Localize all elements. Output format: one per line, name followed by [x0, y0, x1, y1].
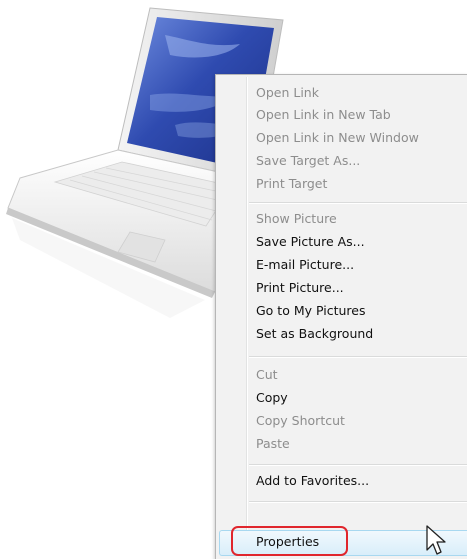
- menu-separator: [249, 202, 467, 204]
- menu-item-save-target-as[interactable]: Save Target As...: [256, 153, 360, 169]
- menu-item-print-target[interactable]: Print Target: [256, 176, 327, 192]
- menu-item-open-link[interactable]: Open Link: [256, 85, 319, 101]
- menu-item-set-as-background[interactable]: Set as Background: [256, 326, 373, 342]
- menu-item-paste[interactable]: Paste: [256, 436, 290, 452]
- mouse-pointer-icon: [426, 525, 446, 555]
- menu-item-go-to-my-pictures[interactable]: Go to My Pictures: [256, 303, 366, 319]
- menu-separator: [249, 356, 467, 358]
- menu-item-email-picture[interactable]: E-mail Picture...: [256, 257, 354, 273]
- menu-separator: [249, 464, 467, 466]
- menu-item-open-link-new-window[interactable]: Open Link in New Window: [256, 130, 419, 146]
- menu-item-cut[interactable]: Cut: [256, 367, 278, 383]
- menu-separator: [249, 501, 467, 503]
- screenshot-stage: Open Link Open Link in New Tab Open Link…: [0, 0, 467, 559]
- menu-item-show-picture[interactable]: Show Picture: [256, 211, 337, 227]
- menu-item-copy-shortcut[interactable]: Copy Shortcut: [256, 413, 345, 429]
- menu-item-save-picture-as[interactable]: Save Picture As...: [256, 234, 365, 250]
- annotation-circle: [231, 526, 348, 556]
- menu-item-add-to-favorites[interactable]: Add to Favorites...: [256, 473, 369, 489]
- context-menu: Open Link Open Link in New Tab Open Link…: [215, 74, 467, 559]
- menu-item-copy[interactable]: Copy: [256, 390, 288, 406]
- menu-item-open-link-new-tab[interactable]: Open Link in New Tab: [256, 107, 391, 123]
- menu-item-print-picture[interactable]: Print Picture...: [256, 280, 344, 296]
- menu-icon-gutter: [246, 77, 248, 558]
